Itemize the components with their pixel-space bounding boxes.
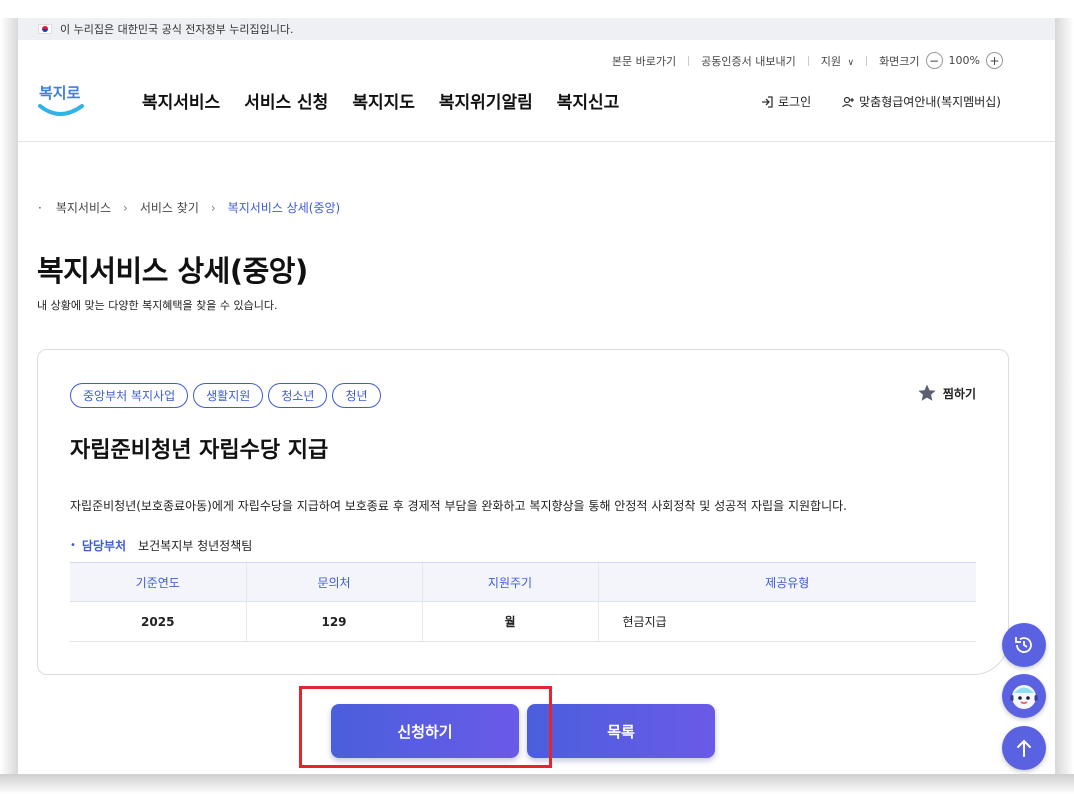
page-title: 복지서비스 상세(중앙) bbox=[37, 254, 308, 288]
nav-welfare-report[interactable]: 복지신고 bbox=[557, 88, 620, 113]
department-value: 보건복지부 청년정책팀 bbox=[138, 539, 253, 553]
breadcrumb-item-search[interactable]: 서비스 찾기 bbox=[140, 199, 199, 216]
divider bbox=[866, 55, 868, 66]
favorite-label: 찜하기 bbox=[942, 386, 976, 401]
scroll-top-button[interactable] bbox=[1002, 726, 1046, 770]
cell-cycle: 월 bbox=[421, 601, 598, 642]
service-card: 중앙부처 복지사업 생활지원 청소년 청년 찜하기 자립준비청년 자립수당 지급… bbox=[37, 349, 1009, 675]
divider bbox=[688, 55, 690, 66]
department-info: • 담당부처 보건복지부 청년정책팀 bbox=[70, 537, 252, 554]
divider bbox=[807, 55, 809, 66]
page: 이 누리집은 대한민국 공식 전자정부 누리집입니다. 본문 바로가기 공동인증… bbox=[18, 18, 1055, 774]
login-icon bbox=[762, 95, 773, 108]
gov-banner: 이 누리집은 대한민국 공식 전자정부 누리집입니다. bbox=[18, 18, 1055, 40]
tag-central-ministry[interactable]: 중앙부처 복지사업 bbox=[70, 383, 189, 408]
screenshot-frame: 이 누리집은 대한민국 공식 전자정부 누리집입니다. 본문 바로가기 공동인증… bbox=[0, 0, 1074, 794]
membership-link[interactable]: 맞춤형급여안내(복지멤버십) bbox=[841, 93, 1001, 110]
chatbot-icon bbox=[1010, 685, 1038, 709]
page-subtitle: 내 상황에 맞는 다양한 복지혜택을 찾을 수 있습니다. bbox=[37, 299, 278, 312]
table-row: 2025 129 월 현금지급 bbox=[70, 601, 976, 642]
tag-young-adult[interactable]: 청년 bbox=[332, 383, 381, 408]
support-menu[interactable]: 지원 ∨ bbox=[821, 53, 854, 69]
support-label: 지원 bbox=[820, 54, 841, 68]
main-nav: 복지서비스 서비스 신청 복지지도 복지위기알림 복지신고 bbox=[142, 88, 619, 113]
login-label: 로그인 bbox=[778, 95, 812, 109]
table-header-row: 기준연도 문의처 지원주기 제공유형 bbox=[70, 562, 976, 602]
highlight-box bbox=[299, 686, 552, 768]
chatbot-button[interactable] bbox=[1002, 674, 1046, 718]
tag-youth-teen[interactable]: 청소년 bbox=[268, 383, 328, 408]
chevron-down-icon: ∨ bbox=[847, 57, 855, 68]
screen-size-label: 화면크기 bbox=[879, 54, 920, 68]
utility-bar: 본문 바로가기 공동인증서 내보내기 지원 ∨ 화면크기 − 100% + bbox=[612, 52, 1009, 69]
logo-icon: 복지로 bbox=[38, 84, 84, 116]
zoom-out-button[interactable]: − bbox=[925, 52, 943, 69]
service-description: 자립준비청년(보호종료아동)에게 자립수당을 지급하여 보호종료 후 경제적 부… bbox=[70, 499, 847, 513]
list-button[interactable]: 목록 bbox=[527, 704, 715, 758]
site-logo[interactable]: 복지로 bbox=[36, 76, 88, 120]
header-contact: 문의처 bbox=[245, 562, 422, 602]
frame-shadow-right bbox=[1055, 18, 1074, 778]
department-label: 담당부처 bbox=[81, 539, 127, 553]
zoom-in-button[interactable]: + bbox=[986, 52, 1003, 69]
chevron-right-icon: › bbox=[123, 200, 128, 215]
service-info-table: 기준연도 문의처 지원주기 제공유형 2025 129 월 현금지급 bbox=[70, 562, 976, 642]
cell-base-year: 2025 bbox=[70, 601, 246, 642]
arrow-up-icon bbox=[1017, 739, 1031, 757]
breadcrumb-item-welfare[interactable]: 복지서비스 bbox=[56, 199, 111, 216]
header-cycle: 지원주기 bbox=[421, 562, 598, 602]
svg-text:복지로: 복지로 bbox=[39, 84, 81, 102]
frame-shadow-left bbox=[0, 18, 18, 778]
zoom-level: 100% bbox=[948, 54, 980, 67]
history-icon bbox=[1015, 637, 1032, 653]
header-base-year: 기준연도 bbox=[70, 562, 246, 602]
bullet-icon: • bbox=[70, 540, 76, 551]
service-tags: 중앙부처 복지사업 생활지원 청소년 청년 bbox=[70, 383, 381, 408]
nav-welfare-map[interactable]: 복지지도 bbox=[352, 88, 415, 113]
chevron-right-icon: › bbox=[210, 200, 216, 215]
skip-link[interactable]: 본문 바로가기 bbox=[612, 53, 676, 69]
header-divider bbox=[18, 141, 1055, 142]
tag-living-support[interactable]: 생활지원 bbox=[193, 383, 264, 408]
nav-service-apply[interactable]: 서비스 신청 bbox=[244, 88, 328, 113]
membership-label: 맞춤형급여안내(복지멤버십) bbox=[859, 95, 1001, 109]
star-icon bbox=[918, 384, 936, 401]
nav-crisis-alert[interactable]: 복지위기알림 bbox=[439, 88, 533, 113]
korea-flag-icon bbox=[38, 24, 52, 34]
breadcrumb: · 복지서비스 › 서비스 찾기 › 복지서비스 상세(중앙) bbox=[38, 199, 340, 216]
service-title: 자립준비청년 자립수당 지급 bbox=[70, 438, 329, 463]
favorite-button[interactable]: 찜하기 bbox=[917, 383, 976, 403]
cell-provision-type: 현금지급 bbox=[597, 601, 976, 642]
login-link[interactable]: 로그인 bbox=[760, 93, 811, 110]
frame-shadow-bottom bbox=[0, 774, 1074, 794]
recent-history-button[interactable] bbox=[1002, 623, 1046, 667]
cell-contact: 129 bbox=[245, 601, 422, 642]
header-provision-type: 제공유형 bbox=[597, 562, 976, 602]
breadcrumb-item-current: 복지서비스 상세(중앙) bbox=[227, 201, 341, 215]
gov-banner-text: 이 누리집은 대한민국 공식 전자정부 누리집입니다. bbox=[60, 23, 294, 36]
cert-export-link[interactable]: 공동인증서 내보내기 bbox=[701, 53, 796, 69]
breadcrumb-dot: · bbox=[38, 200, 42, 215]
nav-welfare-service[interactable]: 복지서비스 bbox=[142, 88, 220, 113]
user-plus-icon bbox=[842, 96, 855, 107]
auth-links: 로그인 맞춤형급여안내(복지멤버십) bbox=[760, 93, 1001, 110]
